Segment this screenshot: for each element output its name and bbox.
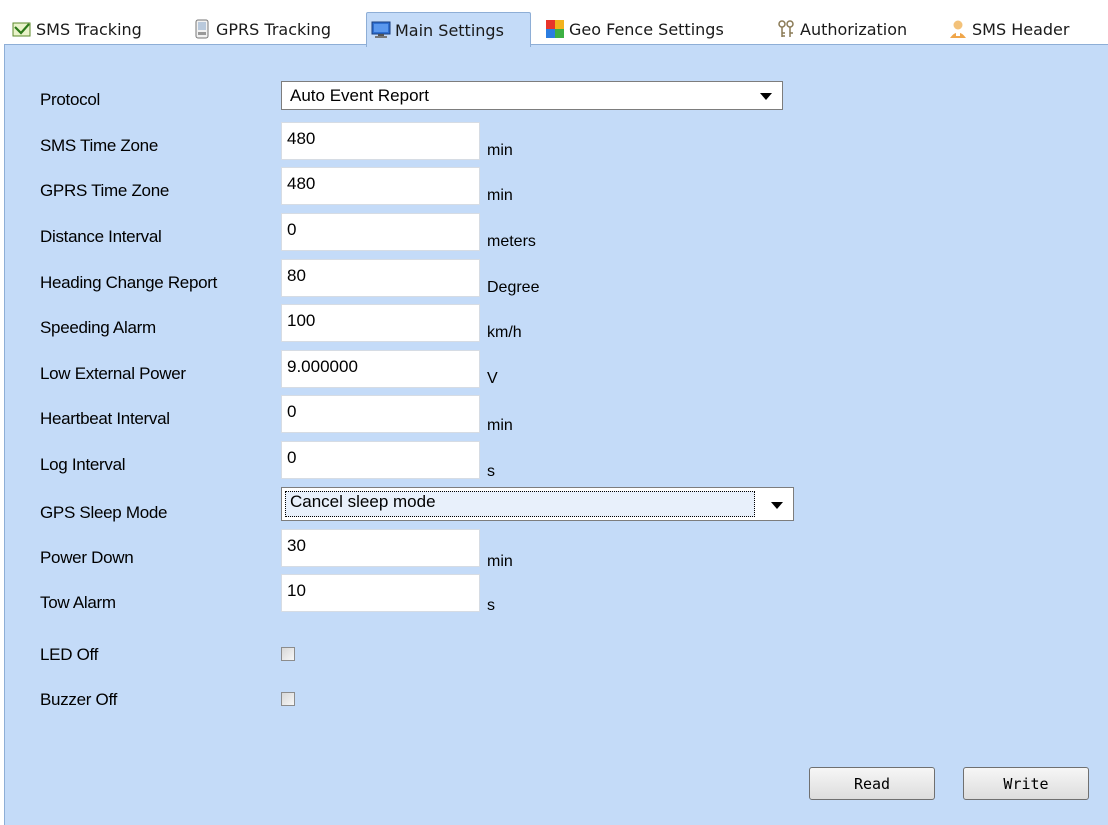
sms-time-zone-label: SMS Time Zone [40,136,158,155]
heading-change-unit: Degree [487,279,540,296]
gps-sleep-mode-select[interactable]: Cancel sleep mode [281,487,794,521]
tow-alarm-unit: s [487,597,495,614]
led-off-checkbox[interactable] [281,647,295,661]
tab-label: Geo Fence Settings [569,19,724,39]
log-interval-unit: s [487,463,495,480]
speeding-alarm-input[interactable]: 100 [281,304,480,342]
gps-sleep-mode-selected-value: Cancel sleep mode [290,492,436,511]
chevron-down-icon [760,93,772,100]
buzzer-off-label: Buzzer Off [40,690,117,709]
tab-authorization[interactable]: Authorization [772,12,932,46]
distance-interval-unit: meters [487,233,536,250]
protocol-label: Protocol [40,90,100,109]
protocol-selected-value: Auto Event Report [290,86,429,105]
tab-label: SMS Tracking [36,19,142,39]
heartbeat-interval-unit: min [487,417,513,434]
tab-sms-tracking[interactable]: SMS Tracking [8,12,178,46]
gprs-tracking-icon [192,19,212,39]
power-down-input[interactable]: 30 [281,529,480,567]
tab-sms-header[interactable]: SMS Header [944,12,1104,46]
gprs-time-zone-input[interactable]: 480 [281,167,480,205]
monitor-icon [371,20,391,40]
sms-time-zone-unit: min [487,142,513,159]
geo-fence-icon [545,19,565,39]
sms-time-zone-input[interactable]: 480 [281,122,480,160]
led-off-label: LED Off [40,645,99,664]
low-external-power-input[interactable]: 9.000000 [281,350,480,388]
distance-interval-input[interactable]: 0 [281,213,480,251]
tab-label: Main Settings [395,20,504,40]
tab-geo-fence-settings[interactable]: Geo Fence Settings [541,12,761,46]
log-interval-label: Log Interval [40,455,126,474]
speeding-alarm-unit: km/h [487,324,522,341]
heading-change-input[interactable]: 80 [281,259,480,297]
chevron-down-icon [771,502,783,509]
log-interval-input[interactable]: 0 [281,441,480,479]
distance-interval-label: Distance Interval [40,227,162,246]
write-button[interactable]: Write [963,767,1089,800]
tab-main-settings[interactable]: Main Settings [366,12,531,47]
tab-label: Authorization [800,19,908,39]
tab-label: GPRS Tracking [216,19,332,39]
power-down-unit: min [487,553,513,570]
authorization-icon [776,19,796,39]
tow-alarm-label: Tow Alarm [40,593,116,612]
sms-tracking-icon [12,19,32,39]
tab-strip: SMS Tracking GPRS Tracking Main Settings [0,0,1108,47]
tab-label: SMS Header [972,19,1070,39]
main-settings-panel: Protocol Auto Event Report SMS Time Zone… [4,44,1108,825]
read-button[interactable]: Read [809,767,935,800]
low-external-power-unit: V [487,370,498,387]
speeding-alarm-label: Speeding Alarm [40,318,156,337]
buzzer-off-checkbox[interactable] [281,692,295,706]
heartbeat-interval-input[interactable]: 0 [281,395,480,433]
tab-gprs-tracking[interactable]: GPRS Tracking [188,12,358,46]
tow-alarm-input[interactable]: 10 [281,574,480,612]
power-down-label: Power Down [40,548,134,567]
heading-change-label: Heading Change Report [40,273,218,292]
low-external-power-label: Low External Power [40,364,186,383]
gprs-time-zone-unit: min [487,187,513,204]
protocol-select[interactable]: Auto Event Report [281,81,783,110]
gps-sleep-mode-label: GPS Sleep Mode [40,503,168,522]
gprs-time-zone-label: GPRS Time Zone [40,181,170,200]
heartbeat-interval-label: Heartbeat Interval [40,409,170,428]
user-icon [948,19,968,39]
